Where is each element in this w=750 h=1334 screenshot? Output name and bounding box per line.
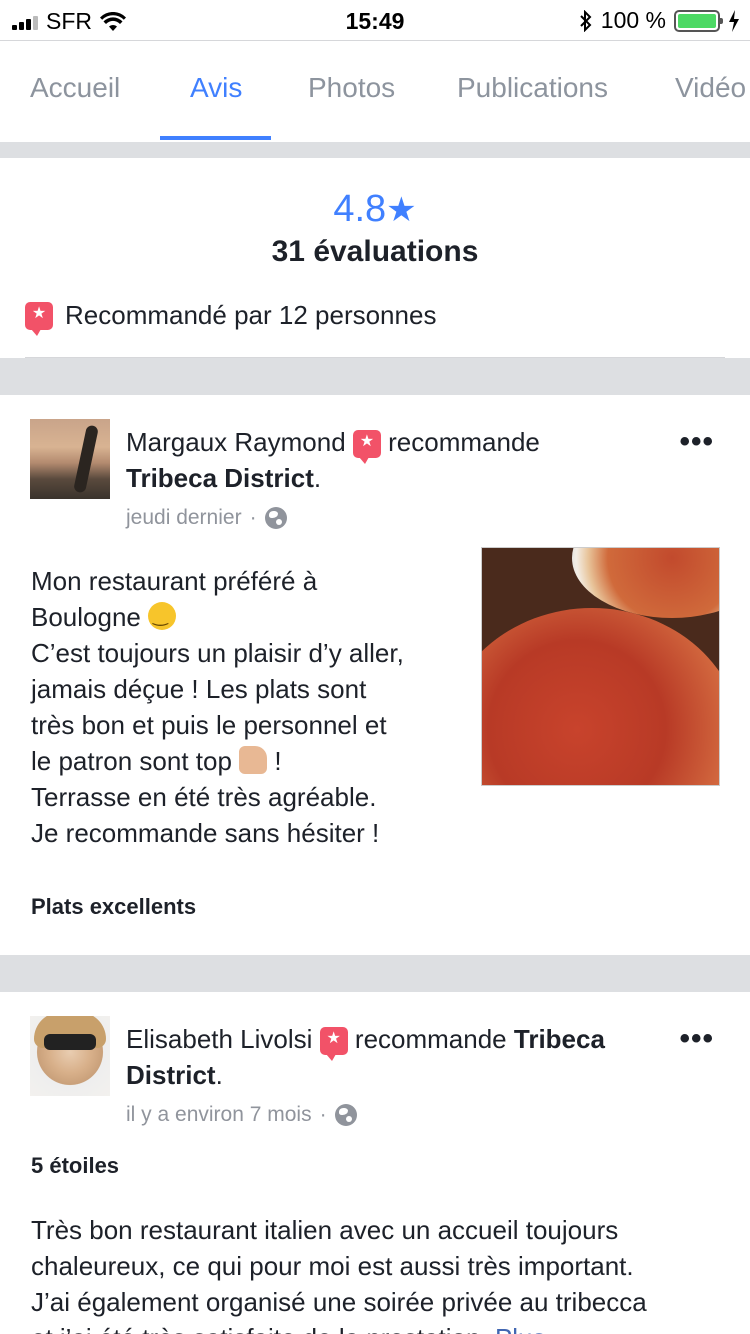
score-value: 4.8 [333, 188, 387, 230]
review-photo[interactable] [481, 547, 720, 786]
divider [25, 357, 725, 358]
place-name[interactable]: Tribeca [514, 1024, 605, 1054]
review-card: Margaux Raymond ★ recommande Tribeca Dis… [0, 395, 750, 955]
tab-video[interactable]: Vidéo [675, 41, 746, 141]
section-divider [0, 142, 750, 158]
charging-icon [729, 9, 739, 32]
more-options-icon[interactable]: ••• [679, 1022, 714, 1056]
tab-accueil[interactable]: Accueil [30, 41, 120, 141]
place-name[interactable]: Tribeca District [126, 463, 314, 493]
review-line: très bon et puis le personnel et [31, 710, 387, 740]
review-line: J’ai également organisé une soirée privé… [31, 1287, 647, 1317]
star-icon: ★ [386, 191, 417, 229]
review-line: Boulogne [31, 599, 404, 635]
review-line-text: le patron sont top [31, 746, 232, 776]
recommend-verb: recommande [354, 1024, 507, 1054]
page-tabs: Accueil Avis Photos Publications Vidéo [0, 40, 750, 142]
active-tab-indicator [160, 136, 271, 140]
review-line-text: ! [274, 746, 282, 776]
more-options-icon[interactable]: ••• [679, 425, 714, 459]
see-more-link[interactable]: Plus [495, 1323, 546, 1334]
recommend-verb: recommande [388, 427, 540, 457]
tab-photos[interactable]: Photos [308, 41, 395, 141]
meta-separator: · [249, 506, 257, 529]
review-card: Elisabeth Livolsi ★ recommande Tribeca D… [0, 992, 750, 1334]
review-line: Mon restaurant préféré à [31, 566, 318, 596]
recommended-text: Recommandé par 12 personnes [65, 300, 437, 330]
thumbs-up-emoji-icon [239, 746, 268, 774]
battery-percentage: 100 % [600, 7, 666, 33]
review-time[interactable]: jeudi dernier [126, 506, 242, 530]
avatar[interactable] [30, 419, 110, 499]
section-divider [0, 358, 750, 395]
status-bar: SFR 15:49 100 % [0, 0, 750, 40]
review-line: C’est toujours un plaisir d’y aller, [31, 638, 404, 668]
status-right: 100 % [579, 7, 740, 34]
rating-score: 4.8★ [0, 188, 750, 231]
review-line: le patron sont top ! [31, 743, 404, 779]
tab-avis[interactable]: Avis [190, 41, 242, 141]
review-meta: il y a environ 7 mois · [126, 1103, 357, 1127]
review-line: Très bon restaurant italien avec un accu… [31, 1215, 619, 1245]
place-name[interactable]: District [126, 1060, 216, 1090]
review-line: Terrasse en été très agréable. [31, 782, 377, 812]
review-line: et j’ai été très satisfaite de la presta… [31, 1320, 730, 1334]
globe-icon [334, 1104, 357, 1126]
author-name[interactable]: Margaux Raymond [126, 427, 346, 457]
meta-separator: · [319, 1103, 327, 1126]
review-time[interactable]: il y a environ 7 mois [126, 1103, 312, 1127]
globe-icon [264, 507, 287, 529]
recommend-icon: ★ [319, 1027, 348, 1062]
author-name[interactable]: Elisabeth Livolsi [126, 1024, 312, 1054]
bluetooth-icon [580, 9, 592, 32]
avatar[interactable] [30, 1016, 110, 1096]
recommended-by[interactable]: ★ Recommandé par 12 personnes [25, 300, 437, 336]
review-text: Très bon restaurant italien avec un accu… [31, 1212, 730, 1334]
review-meta: jeudi dernier · [126, 506, 287, 530]
review-line-text: et j’ai été très satisfaite de la presta… [31, 1323, 488, 1334]
recommend-icon: ★ [352, 430, 381, 465]
review-line-text: Boulogne [31, 602, 141, 632]
recommend-icon: ★ [25, 301, 53, 336]
review-line: chaleureux, ce qui pour moi est aussi tr… [31, 1251, 634, 1281]
ratings-count[interactable]: 31 évaluations [0, 235, 750, 269]
review-line: jamais déçue ! Les plats sont [31, 674, 367, 704]
review-text: Mon restaurant préféré à Boulogne C’est … [31, 563, 404, 851]
review-header: Elisabeth Livolsi ★ recommande Tribeca D… [126, 1021, 670, 1093]
punctuation: . [313, 463, 322, 493]
smile-emoji-icon [148, 602, 177, 630]
review-tag: 5 étoiles [31, 1153, 120, 1178]
review-header: Margaux Raymond ★ recommande Tribeca Dis… [126, 424, 660, 496]
review-line: Je recommande sans hésiter ! [31, 818, 380, 848]
review-tag: Plats excellents [31, 894, 197, 919]
tab-publications[interactable]: Publications [457, 41, 608, 141]
section-divider [0, 955, 750, 992]
ratings-summary: 4.8★ 31 évaluations ★ Recommandé par 12 … [0, 158, 750, 358]
battery-icon [674, 9, 723, 32]
punctuation: . [215, 1060, 223, 1090]
